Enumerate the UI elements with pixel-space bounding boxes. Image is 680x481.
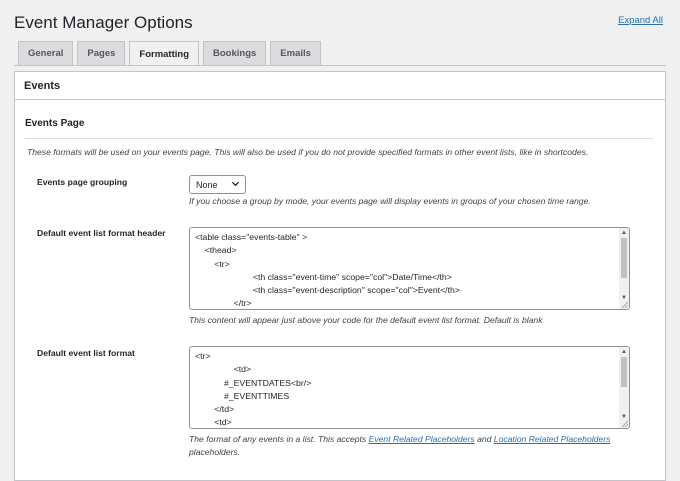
tab-pages[interactable]: Pages xyxy=(77,41,126,65)
list-format-label: Default event list format xyxy=(37,348,135,358)
tabs-divider xyxy=(14,65,666,66)
tab-general[interactable]: General xyxy=(18,41,74,65)
events-panel: Events Events Page These formats will be… xyxy=(14,71,666,481)
tab-bookings[interactable]: Bookings xyxy=(203,41,267,65)
list-format-scrollbar[interactable]: ▲ ▼ xyxy=(619,347,629,428)
grouping-select[interactable]: None xyxy=(189,175,246,194)
event-placeholders-link[interactable]: Event Related Placeholders xyxy=(369,434,475,444)
arrow-up-icon[interactable]: ▲ xyxy=(619,228,629,238)
scrollbar-thumb[interactable] xyxy=(621,238,627,278)
page-title: Event Manager Options xyxy=(14,13,193,32)
section-description: These formats will be used on your event… xyxy=(27,147,589,157)
panel-title[interactable]: Events xyxy=(15,72,665,100)
list-format-help-text: and xyxy=(477,434,492,444)
expand-all-link[interactable]: Expand All xyxy=(618,15,663,26)
list-header-scrollbar[interactable]: ▲ ▼ xyxy=(619,228,629,309)
list-header-help: This content will appear just above your… xyxy=(189,315,543,325)
scrollbar-thumb[interactable] xyxy=(621,357,627,387)
tab-bar: General Pages Formatting Bookings Emails xyxy=(18,41,321,66)
grouping-help: If you choose a group by mode, your even… xyxy=(189,196,591,206)
list-header-content: <table class="events-table" > <thead> <t… xyxy=(195,232,460,309)
chevron-down-icon xyxy=(231,181,240,187)
list-header-textarea[interactable]: <table class="events-table" > <thead> <t… xyxy=(189,227,630,310)
location-placeholders-link[interactable]: Location Related Placeholders xyxy=(494,434,611,444)
list-header-label: Default event list format header xyxy=(37,228,166,238)
tab-emails[interactable]: Emails xyxy=(270,41,321,65)
list-format-help-text: placeholders. xyxy=(189,447,241,457)
list-format-content: <tr> <td> #_EVENTDATES<br/> #_EVENTTIMES… xyxy=(195,351,312,428)
list-format-textarea[interactable]: <tr> <td> #_EVENTDATES<br/> #_EVENTTIMES… xyxy=(189,346,630,429)
arrow-up-icon[interactable]: ▲ xyxy=(619,347,629,357)
section-title: Events Page xyxy=(25,118,85,129)
grouping-label: Events page grouping xyxy=(37,177,128,187)
resize-grip-icon[interactable] xyxy=(622,302,628,308)
list-format-help: The format of any events in a list. This… xyxy=(189,433,610,459)
tab-formatting[interactable]: Formatting xyxy=(129,41,199,66)
section-divider xyxy=(25,138,653,139)
resize-grip-icon[interactable] xyxy=(622,421,628,427)
list-format-help-text: The format of any events in a list. This… xyxy=(189,434,367,444)
grouping-selected-value: None xyxy=(196,179,218,190)
